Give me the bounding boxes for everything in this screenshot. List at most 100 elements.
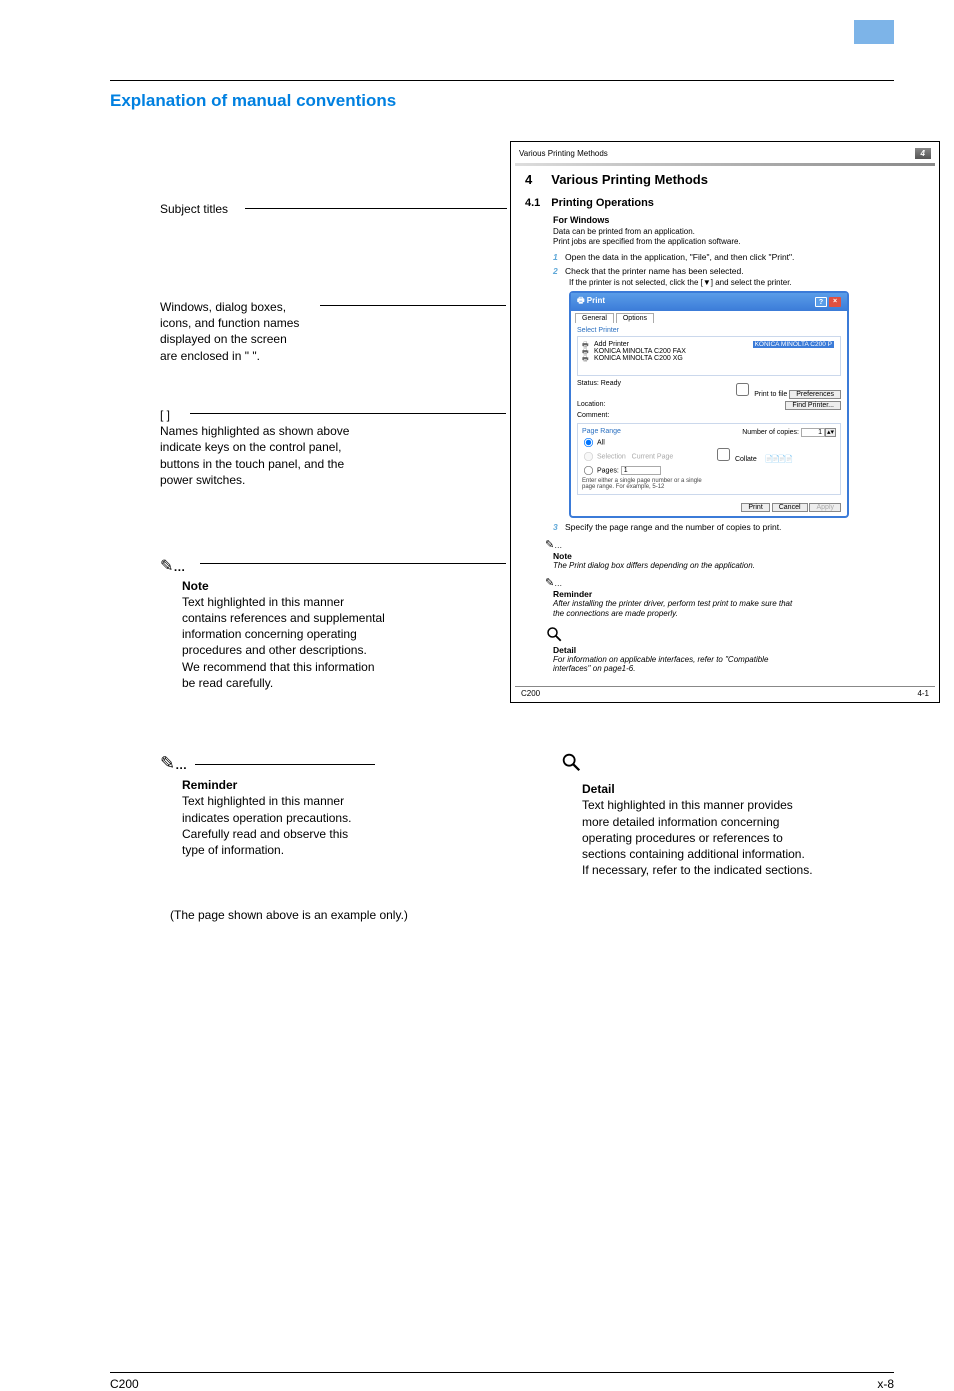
sample-header-chapter-num: 4: [915, 148, 931, 159]
sample-subsection-row: 4.1 Printing Operations: [525, 191, 929, 209]
printer-item-selected[interactable]: KONICA MINOLTA C200 P: [753, 341, 834, 348]
sample-step-text: Open the data in the application, "File"…: [565, 252, 794, 262]
printer-item[interactable]: KONICA MINOLTA C200 FAX: [582, 348, 836, 355]
anno-reminder: ✎… Reminder Text highlighted in this man…: [160, 751, 480, 878]
sample-reminder-body: the connections are made properly.: [553, 609, 929, 619]
help-icon[interactable]: ?: [815, 297, 827, 307]
printer-list[interactable]: Add Printer KONICA MINOLTA C200 P KONICA…: [577, 336, 841, 376]
sample-step: 3Specify the page range and the number o…: [553, 522, 929, 532]
collate-checkbox[interactable]: Collate: [713, 456, 757, 463]
reminder-hand-icon: ✎: [160, 753, 175, 773]
sample-header-rule: [515, 163, 935, 166]
arrow-line: [200, 563, 506, 564]
sample-step: 1Open the data in the application, "File…: [553, 252, 929, 262]
sample-footer-left: C200: [521, 689, 540, 698]
note-hand-icon: ✎: [545, 539, 554, 551]
cancel-button[interactable]: Cancel: [772, 503, 808, 512]
print-dialog-footer: Print Cancel Apply: [571, 499, 847, 516]
sample-note-head: Note: [553, 551, 929, 561]
status-label: Status:: [577, 380, 599, 387]
tab-general[interactable]: General: [575, 313, 614, 323]
sample-section-number: 4: [525, 172, 549, 187]
sample-running-header: Various Printing Methods 4: [515, 146, 935, 161]
sample-step-number: 3: [553, 522, 565, 532]
print-dialog-title: Print: [587, 296, 605, 305]
close-icon[interactable]: ×: [829, 297, 841, 307]
anno-note: ✎… Note Text highlighted in this manner …: [160, 556, 460, 691]
sample-section-row: 4 Various Printing Methods: [525, 172, 929, 187]
spinner-icon[interactable]: ▴▾: [825, 428, 836, 437]
status-value: Ready: [601, 380, 621, 387]
radio-all[interactable]: All: [582, 436, 705, 449]
sample-note-icon-row: ✎…: [545, 538, 929, 551]
bottom-annotations: ✎… Reminder Text highlighted in this man…: [160, 751, 894, 878]
sample-detail-head: Detail: [553, 645, 929, 655]
arrow-line: [245, 208, 507, 209]
sample-step-number: 2: [553, 266, 565, 276]
sample-step-text: Check that the printer name has been sel…: [565, 266, 744, 276]
sample-detail-icon-row: [545, 625, 929, 645]
select-printer-label: Select Printer: [577, 327, 841, 334]
sample-subsection-title: Printing Operations: [551, 197, 654, 209]
anno-bracket-keys: [ ] Names highlighted as shown above ind…: [160, 407, 440, 488]
comment-label: Comment:: [577, 412, 609, 419]
printer-item[interactable]: KONICA MINOLTA C200 XG: [582, 355, 836, 362]
sample-detail-body: For information on applicable interfaces…: [553, 655, 929, 665]
print-dialog-titlebar: 🖶 Print ?×: [571, 293, 847, 311]
print-dialog-tabs: General Options: [571, 311, 847, 323]
sample-h4: For Windows: [553, 215, 929, 225]
sample-footer: C200 4-1: [515, 686, 935, 698]
find-printer-button[interactable]: Find Printer...: [785, 401, 841, 410]
printer-icon: 🖶: [577, 296, 585, 305]
arrow-line: [190, 413, 506, 414]
sample-page-box: Various Printing Methods 4 4 Various Pri…: [510, 141, 940, 703]
sample-step-number: 1: [553, 252, 565, 262]
anno-window-names: Windows, dialog boxes, icons, and functi…: [160, 299, 440, 364]
copies-input[interactable]: 1: [801, 428, 825, 437]
section-title: Explanation of manual conventions: [110, 91, 894, 111]
sample-body-line: Print jobs are specified from the applic…: [553, 237, 929, 247]
print-button[interactable]: Print: [741, 503, 769, 512]
anno-subject-titles: Subject titles: [160, 201, 340, 217]
header-color-block: [854, 20, 894, 44]
arrow-line: [195, 764, 375, 765]
note-dots: …: [554, 541, 562, 550]
sample-body-line: Data can be printed from an application.: [553, 227, 929, 237]
reminder-dots: …: [554, 579, 562, 588]
pages-input[interactable]: 1: [621, 466, 661, 475]
sample-header-title: Various Printing Methods: [519, 149, 608, 158]
preferences-button[interactable]: Preferences: [789, 390, 841, 399]
sample-footer-right: 4-1: [917, 689, 929, 698]
note-hand-icon: ✎: [160, 558, 173, 575]
location-label: Location:: [577, 401, 605, 410]
reminder-hand-icon: ✎: [545, 577, 554, 589]
collate-icon: 📄📄 📄📄: [765, 455, 792, 463]
print-dialog: 🖶 Print ?× General Options Select Printe…: [569, 291, 849, 518]
tab-options[interactable]: Options: [616, 313, 654, 323]
apply-button: Apply: [809, 503, 841, 512]
print-to-file-checkbox[interactable]: Print to file: [732, 391, 787, 398]
sample-reminder-icon-row: ✎…: [545, 576, 929, 589]
radio-selection: Selection Current Page: [582, 450, 705, 463]
page-footer: C200 x-8: [110, 1372, 894, 1391]
example-only-note: (The page shown above is an example only…: [170, 908, 894, 922]
titlebar-buttons: ?×: [815, 297, 841, 307]
radio-current-page: Current Page: [632, 453, 674, 460]
collate-row: Collate 📄📄 📄📄: [713, 445, 836, 464]
sample-substep: If the printer is not selected, click th…: [569, 278, 929, 287]
copies-row: Number of copies: 1▴▾: [713, 428, 836, 437]
header-rule: [110, 80, 894, 81]
footer-right: x-8: [877, 1377, 894, 1391]
sample-detail-body: interfaces" on page1-6.: [553, 664, 929, 674]
radio-pages[interactable]: Pages: 1: [582, 464, 705, 477]
sample-step-text: Specify the page range and the number of…: [565, 522, 781, 532]
sample-section-title: Various Printing Methods: [551, 172, 708, 187]
page-range-label: Page Range: [582, 428, 705, 435]
sample-reminder-head: Reminder: [553, 589, 929, 599]
magnifier-icon: [560, 751, 582, 773]
magnifier-icon: [545, 625, 563, 643]
sample-subsection-number: 4.1: [525, 197, 549, 209]
arrow-line: [320, 305, 506, 306]
anno-detail: Detail Text highlighted in this manner p…: [560, 751, 880, 878]
sample-reminder-body: After installing the printer driver, per…: [553, 599, 929, 609]
